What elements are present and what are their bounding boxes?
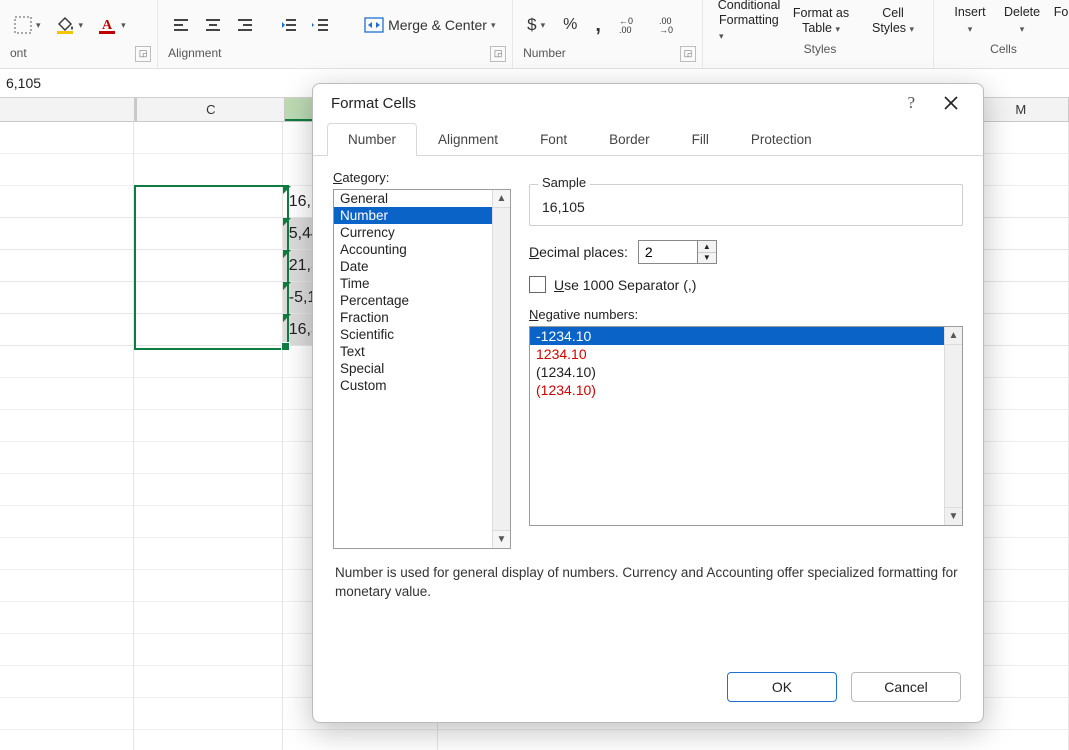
- svg-text:→0: →0: [659, 25, 673, 34]
- dialog-close-button[interactable]: [937, 89, 965, 117]
- cells-group-label: Cells: [990, 42, 1017, 56]
- negative-format-item-0[interactable]: -1234.10: [530, 327, 962, 345]
- category-item-date[interactable]: Date: [334, 258, 510, 275]
- dialog-help-button[interactable]: ?: [907, 93, 915, 113]
- dialog-title: Format Cells: [331, 95, 416, 112]
- tab-number[interactable]: Number: [327, 123, 417, 156]
- category-label: Category:: [333, 170, 511, 185]
- spinner-up-icon[interactable]: ▲: [698, 241, 716, 253]
- error-indicator-icon: [283, 218, 291, 226]
- border-button[interactable]: ▾: [10, 14, 45, 36]
- conditional-formatting-button[interactable]: ConditionalFormatting ▾: [713, 0, 785, 44]
- tab-border[interactable]: Border: [588, 123, 671, 156]
- alignment-group-label: Alignment: [168, 46, 221, 62]
- comma-format-button[interactable]: ,: [591, 18, 605, 32]
- alignment-dialog-launcher[interactable]: ◲: [490, 46, 506, 62]
- negative-numbers-label: Negative numbers:: [529, 307, 963, 322]
- align-right-button[interactable]: [232, 15, 258, 35]
- use-1000-separator-label: Use 1000 Separator (,): [554, 277, 696, 293]
- scroll-down-icon[interactable]: ▼: [945, 507, 962, 525]
- tab-alignment[interactable]: Alignment: [417, 123, 519, 156]
- decimal-places-spinner[interactable]: ▲ ▼: [638, 240, 717, 264]
- cancel-button[interactable]: Cancel: [851, 672, 961, 702]
- category-item-special[interactable]: Special: [334, 360, 510, 377]
- font-group-label: ont: [10, 46, 27, 62]
- sample-label: Sample: [538, 175, 590, 190]
- decimal-places-label: Decimal places:: [529, 244, 628, 260]
- error-indicator-icon: [283, 186, 291, 194]
- merge-center-label: Merge & Center: [388, 17, 487, 33]
- category-item-time[interactable]: Time: [334, 275, 510, 292]
- formula-bar-value: 6,105: [6, 75, 41, 91]
- error-indicator-icon: [283, 250, 291, 258]
- tab-protection[interactable]: Protection: [730, 123, 833, 156]
- negative-format-item-1[interactable]: 1234.10: [530, 345, 962, 363]
- sample-value: 16,105: [542, 193, 950, 215]
- tab-font[interactable]: Font: [519, 123, 588, 156]
- decrease-decimal-button[interactable]: .00→0: [655, 14, 685, 36]
- category-listbox[interactable]: GeneralNumberCurrencyAccountingDateTimeP…: [333, 189, 511, 549]
- insert-button[interactable]: Insert▾: [944, 5, 996, 37]
- svg-text:A: A: [102, 18, 113, 33]
- listbox-scrollbar[interactable]: ▲ ▼: [492, 190, 510, 548]
- sample-box: Sample 16,105: [529, 184, 963, 226]
- selection-fill-handle[interactable]: [281, 342, 290, 351]
- fill-color-button[interactable]: ▾: [51, 14, 88, 36]
- col-header-m[interactable]: M: [974, 98, 1069, 121]
- category-item-text[interactable]: Text: [334, 343, 510, 360]
- increase-decimal-button[interactable]: ←0.00: [615, 14, 645, 36]
- svg-text:.00: .00: [619, 25, 632, 34]
- scroll-up-icon[interactable]: ▲: [493, 190, 510, 208]
- format-cells-dialog: Format Cells ? Number Alignment Font Bor…: [312, 83, 984, 723]
- align-center-button[interactable]: [200, 15, 226, 35]
- col-header-b-edge[interactable]: [0, 98, 135, 121]
- error-indicator-icon: [283, 314, 291, 322]
- merge-center-button[interactable]: Merge & Center ▾: [360, 14, 499, 36]
- negative-numbers-listbox[interactable]: -1234.101234.10(1234.10)(1234.10) ▲ ▼: [529, 326, 963, 526]
- ok-button[interactable]: OK: [727, 672, 837, 702]
- delete-button[interactable]: Delete▾: [996, 5, 1048, 37]
- category-item-custom[interactable]: Custom: [334, 377, 510, 394]
- category-description: Number is used for general display of nu…: [313, 563, 983, 601]
- neg-scrollbar[interactable]: ▲ ▼: [944, 327, 962, 525]
- category-item-general[interactable]: General: [334, 190, 510, 207]
- increase-indent-button[interactable]: [308, 15, 334, 35]
- decrease-indent-button[interactable]: [276, 15, 302, 35]
- category-item-number[interactable]: Number: [334, 207, 510, 224]
- col-header-c[interactable]: C: [137, 98, 285, 121]
- ribbon: ▾ ▾ A▾ ont ◲ Merge & Center ▾: [0, 0, 1069, 69]
- category-item-percentage[interactable]: Percentage: [334, 292, 510, 309]
- scroll-up-icon[interactable]: ▲: [945, 327, 962, 345]
- align-left-button[interactable]: [168, 15, 194, 35]
- tab-fill[interactable]: Fill: [671, 123, 730, 156]
- number-dialog-launcher[interactable]: ◲: [680, 46, 696, 62]
- dialog-tabs: Number Alignment Font Border Fill Protec…: [313, 122, 983, 156]
- category-item-scientific[interactable]: Scientific: [334, 326, 510, 343]
- negative-format-item-2[interactable]: (1234.10): [530, 363, 962, 381]
- format-as-table-button[interactable]: Format asTable ▾: [785, 6, 857, 37]
- decimal-places-input[interactable]: [639, 241, 697, 263]
- category-item-currency[interactable]: Currency: [334, 224, 510, 241]
- font-color-button[interactable]: A▾: [93, 14, 130, 36]
- number-group-label: Number: [523, 46, 566, 62]
- spinner-down-icon[interactable]: ▼: [698, 253, 716, 264]
- accounting-format-button[interactable]: $▾: [523, 13, 549, 37]
- font-dialog-launcher[interactable]: ◲: [135, 46, 151, 62]
- use-1000-separator-checkbox[interactable]: [529, 276, 546, 293]
- cell-styles-button[interactable]: CellStyles ▾: [857, 6, 929, 37]
- negative-format-item-3[interactable]: (1234.10): [530, 381, 962, 399]
- category-item-fraction[interactable]: Fraction: [334, 309, 510, 326]
- scroll-down-icon[interactable]: ▼: [493, 530, 510, 548]
- error-indicator-icon: [283, 282, 291, 290]
- percent-format-button[interactable]: %: [559, 14, 581, 36]
- styles-group-label: Styles: [804, 42, 837, 56]
- format-button-partial[interactable]: Fo▾: [1048, 5, 1068, 37]
- category-item-accounting[interactable]: Accounting: [334, 241, 510, 258]
